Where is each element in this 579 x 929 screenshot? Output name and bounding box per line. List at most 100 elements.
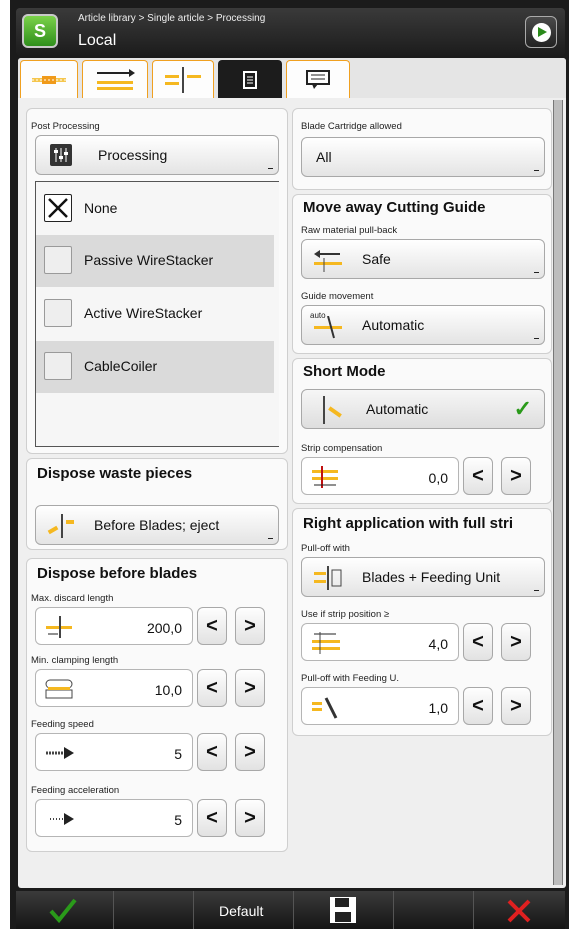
feed-arrow-icon <box>46 747 74 759</box>
cancel-button[interactable] <box>474 891 565 929</box>
pullback-icon <box>314 250 342 272</box>
field-label: Feeding acceleration <box>31 785 120 796</box>
short-mode-panel: Short Mode Automatic ✓ Strip compensatio… <box>292 358 552 504</box>
post-processing-dropdown[interactable]: Processing <box>35 135 279 175</box>
blade-cartridge-dropdown[interactable]: All <box>301 137 545 177</box>
feeding-acceleration-input[interactable]: 5 <box>35 799 193 837</box>
post-processing-panel: Post Processing Processing None Passive … <box>26 108 288 454</box>
right-application-title: Right application with full stri <box>303 515 513 532</box>
field-value: 0,0 <box>428 470 448 486</box>
list-item[interactable]: None <box>36 183 274 235</box>
blade-split-icon <box>165 66 201 93</box>
red-x-icon <box>507 899 531 923</box>
list-item[interactable]: Passive WireStacker <box>36 235 274 287</box>
feeding-speed-input[interactable]: 5 <box>35 733 193 771</box>
strip-pos-input[interactable]: 4,0 <box>301 623 459 661</box>
strip-comp-input[interactable]: 0,0 <box>301 457 459 495</box>
checkbox[interactable] <box>44 246 72 274</box>
x-check-icon <box>48 198 68 218</box>
list-item[interactable]: Active WireStacker <box>36 288 274 340</box>
guide-movement-label: Guide movement <box>301 291 374 302</box>
scrollbar[interactable] <box>553 100 563 885</box>
page-title: Local <box>78 32 117 49</box>
content-area: Post Processing Processing None Passive … <box>18 58 566 888</box>
pulloff-dropdown[interactable]: Blades + Feeding Unit <box>301 557 545 597</box>
decrement-button[interactable]: < <box>197 607 227 645</box>
dispose-before-title: Dispose before blades <box>37 565 198 582</box>
tab-strip[interactable] <box>82 60 148 98</box>
field-value: 10,0 <box>154 682 182 698</box>
min-clamping-input[interactable]: 10,0 <box>35 669 193 707</box>
post-processing-list: None Passive WireStacker Active WireStac… <box>35 181 279 447</box>
go-button[interactable] <box>525 16 557 48</box>
checkbox-checked[interactable] <box>44 194 72 222</box>
green-check-icon <box>49 898 77 923</box>
dispose-waste-dropdown[interactable]: Before Blades; eject <box>35 505 279 545</box>
pulloff-icon <box>314 566 342 590</box>
decrement-button[interactable]: < <box>463 623 493 661</box>
tab-document[interactable] <box>218 60 282 98</box>
checkbox[interactable] <box>44 299 72 327</box>
caret-icon <box>534 169 539 171</box>
list-item[interactable]: CableCoiler <box>36 341 274 393</box>
accel-arrow-icon <box>50 813 74 825</box>
option-label: Passive WireStacker <box>84 252 214 268</box>
processing-icon <box>50 144 72 166</box>
app-logo-icon[interactable]: S <box>22 14 58 48</box>
tab-wire-ends[interactable] <box>20 60 78 98</box>
footer-blank-1[interactable] <box>114 891 194 929</box>
dispose-waste-value: Before Blades; eject <box>94 517 220 533</box>
document-icon <box>243 70 257 89</box>
move-away-title: Move away Cutting Guide <box>303 199 486 216</box>
decrement-button[interactable]: < <box>197 669 227 707</box>
increment-button[interactable]: > <box>501 623 531 661</box>
strip-comp-label: Strip compensation <box>301 443 383 454</box>
option-label: CableCoiler <box>84 358 158 374</box>
default-button[interactable]: Default <box>194 891 294 929</box>
blade-cartridge-label: Blade Cartridge allowed <box>301 121 402 132</box>
decrement-button[interactable]: < <box>197 799 227 837</box>
ok-button[interactable] <box>16 891 114 929</box>
pulloff-feed-input[interactable]: 1,0 <box>301 687 459 725</box>
caret-icon <box>534 271 539 273</box>
pulloff-feed-icon <box>312 697 338 719</box>
pullback-label: Raw material pull-back <box>301 225 398 236</box>
increment-button[interactable]: > <box>235 669 265 707</box>
field-value: 5 <box>174 812 182 828</box>
dispose-waste-panel: Dispose waste pieces Before Blades; ejec… <box>26 458 288 550</box>
caret-icon <box>534 337 539 339</box>
field-value: 5 <box>174 746 182 762</box>
pulloff-feed-label: Pull-off with Feeding U. <box>301 673 400 684</box>
checkbox[interactable] <box>44 352 72 380</box>
increment-button[interactable]: > <box>235 733 265 771</box>
check-icon: ✓ <box>513 396 532 421</box>
field-label: Feeding speed <box>31 719 94 730</box>
pulloff-value: Blades + Feeding Unit <box>362 569 501 585</box>
increment-button[interactable]: > <box>501 687 531 725</box>
option-label: None <box>84 200 118 216</box>
decrement-button[interactable]: < <box>463 687 493 725</box>
decrement-button[interactable]: < <box>463 457 493 495</box>
post-processing-label: Post Processing <box>31 121 100 132</box>
field-value: 4,0 <box>428 636 448 652</box>
guide-movement-value: Automatic <box>362 317 425 333</box>
strip-pos-icon <box>312 632 340 654</box>
tab-blade-split[interactable] <box>152 60 214 98</box>
arrow-right-icon <box>532 23 551 42</box>
short-mode-toggle[interactable]: Automatic ✓ <box>301 389 545 429</box>
short-mode-icon <box>323 396 342 424</box>
footer-blank-2[interactable] <box>394 891 474 929</box>
decrement-button[interactable]: < <box>197 733 227 771</box>
increment-button[interactable]: > <box>235 799 265 837</box>
blade-cartridge-value: All <box>316 149 332 165</box>
tab-messages[interactable] <box>286 60 350 98</box>
pullback-value: Safe <box>362 251 391 267</box>
increment-button[interactable]: > <box>501 457 531 495</box>
message-icon <box>306 69 330 89</box>
pullback-dropdown[interactable]: Safe <box>301 239 545 279</box>
save-button[interactable] <box>294 891 394 929</box>
guide-movement-dropdown[interactable]: auto Automatic <box>301 305 545 345</box>
max-discard-input[interactable]: 200,0 <box>35 607 193 645</box>
strip-arrows-icon <box>97 68 135 90</box>
increment-button[interactable]: > <box>235 607 265 645</box>
